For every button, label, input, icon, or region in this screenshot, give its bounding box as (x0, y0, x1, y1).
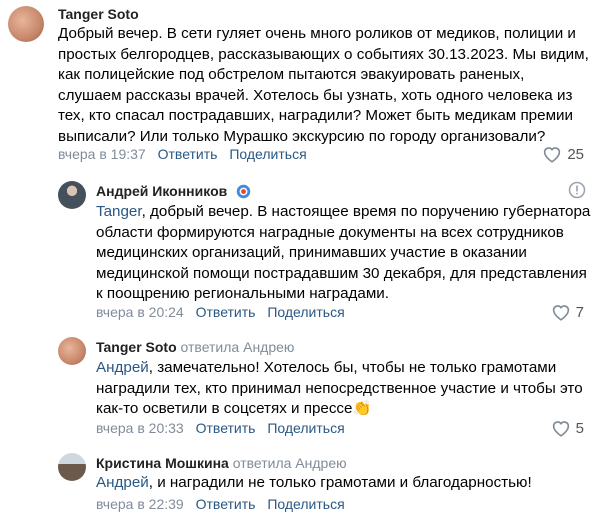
avatar[interactable] (58, 337, 86, 365)
reply-to-label[interactable]: ответила Андрею (181, 339, 295, 355)
like-button[interactable]: 5 (551, 419, 584, 437)
timestamp[interactable]: вчера в 20:24 (96, 304, 184, 320)
timestamp[interactable]: вчера в 20:33 (96, 420, 184, 436)
like-count: 7 (575, 303, 584, 321)
comment-meta: вчера в 22:39 Ответить Поделиться (96, 496, 353, 512)
comment-text: Tanger, добрый вечер. В настоящее время … (96, 203, 591, 302)
reply-button[interactable]: Ответить (196, 420, 256, 436)
verified-badge-icon (236, 184, 251, 202)
like-button[interactable]: 25 (542, 145, 584, 163)
comment-author[interactable]: Андрей Иконников (96, 183, 251, 202)
avatar[interactable] (8, 6, 44, 42)
comment-meta: вчера в 19:37 Ответить Поделиться (58, 146, 315, 162)
avatar[interactable] (58, 453, 86, 481)
reply-button[interactable]: Ответить (158, 146, 218, 162)
avatar[interactable] (58, 181, 86, 209)
heart-icon (552, 305, 569, 321)
warning-icon[interactable] (568, 181, 586, 204)
comment-author: Tanger Soto ответила Андрею (96, 339, 295, 355)
comment-text: Андрей, и наградили не только грамотами … (96, 474, 532, 491)
share-button[interactable]: Поделиться (267, 304, 344, 320)
mention-link[interactable]: Андрей (96, 359, 149, 376)
mention-link[interactable]: Андрей (96, 474, 149, 491)
timestamp[interactable]: вчера в 19:37 (58, 146, 146, 162)
comment-text: Добрый вечер. В сети гуляет очень много … (58, 25, 589, 145)
reply-button[interactable]: Ответить (196, 304, 256, 320)
reply-button[interactable]: Ответить (196, 496, 256, 512)
like-count: 5 (575, 419, 584, 437)
comment-text: Андрей, замечательно! Хотелось бы, чтобы… (96, 359, 583, 417)
share-button[interactable]: Поделиться (229, 146, 306, 162)
reply-to-label[interactable]: ответила Андрею (233, 455, 347, 471)
share-button[interactable]: Поделиться (267, 496, 344, 512)
timestamp[interactable]: вчера в 22:39 (96, 496, 184, 512)
comment-author: Кристина Мошкина ответила Андрею (96, 455, 347, 471)
mention-link[interactable]: Tanger (96, 203, 142, 220)
share-button[interactable]: Поделиться (267, 420, 344, 436)
clap-emoji: 👏 (352, 400, 372, 417)
comment-meta: вчера в 20:24 Ответить Поделиться (96, 304, 353, 320)
heart-icon (544, 147, 561, 163)
comment-author[interactable]: Tanger Soto (58, 6, 139, 22)
heart-icon (552, 421, 569, 437)
comment-meta: вчера в 20:33 Ответить Поделиться (96, 420, 353, 436)
like-button[interactable]: 7 (551, 303, 584, 321)
like-count: 25 (567, 145, 584, 163)
